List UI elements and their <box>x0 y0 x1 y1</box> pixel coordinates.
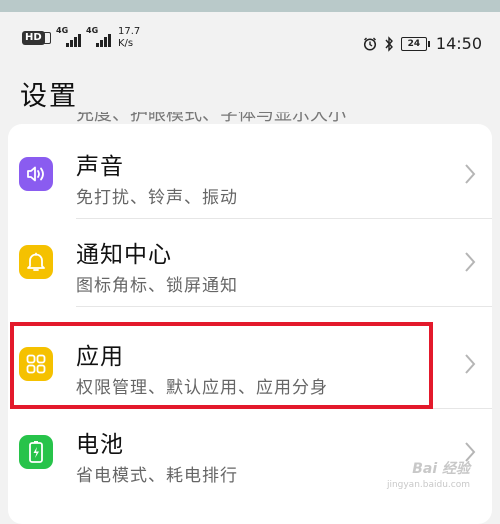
chevron-right-icon <box>465 354 476 374</box>
status-bar: HD 4G 4G 17.7 K/s 24 14:50 <box>0 12 500 58</box>
row-subtitle: 图标角标、锁屏通知 <box>76 276 238 296</box>
settings-row-notifications[interactable]: 通知中心 图标角标、锁屏通知 <box>8 219 492 307</box>
volte-icon <box>43 32 51 44</box>
battery-icon <box>19 435 53 469</box>
clock: 14:50 <box>435 34 482 53</box>
top-strip <box>0 0 500 12</box>
speaker-icon <box>19 157 53 191</box>
bell-icon <box>19 245 53 279</box>
row-divider <box>76 306 492 307</box>
row-label: 通知中心 <box>76 242 172 268</box>
settings-row-sound[interactable]: 声音 免打扰、铃声、振动 <box>8 131 492 219</box>
page-title: 设置 <box>20 81 78 112</box>
signal-sim1-icon: 4G <box>56 27 88 49</box>
clipped-row-subtitle: 充度、护眼模式、字体与显示大小 <box>76 112 346 125</box>
alarm-icon <box>363 37 376 51</box>
chevron-right-icon <box>465 164 476 184</box>
battery-indicator: 24 <box>400 36 430 51</box>
row-label: 电池 <box>76 432 124 458</box>
signal-sim2-icon: 4G <box>86 27 118 49</box>
hd-badge: HD <box>22 31 45 45</box>
network-speed: 17.7 K/s <box>118 26 141 49</box>
bluetooth-icon <box>385 35 393 52</box>
row-subtitle: 省电模式、耗电排行 <box>76 466 238 486</box>
row-label: 声音 <box>76 154 124 180</box>
watermark: Bai 经验 jingyan.baidu.com <box>386 461 470 490</box>
highlight-box <box>10 322 433 409</box>
row-subtitle: 免打扰、铃声、振动 <box>76 188 238 208</box>
chevron-right-icon <box>465 252 476 272</box>
